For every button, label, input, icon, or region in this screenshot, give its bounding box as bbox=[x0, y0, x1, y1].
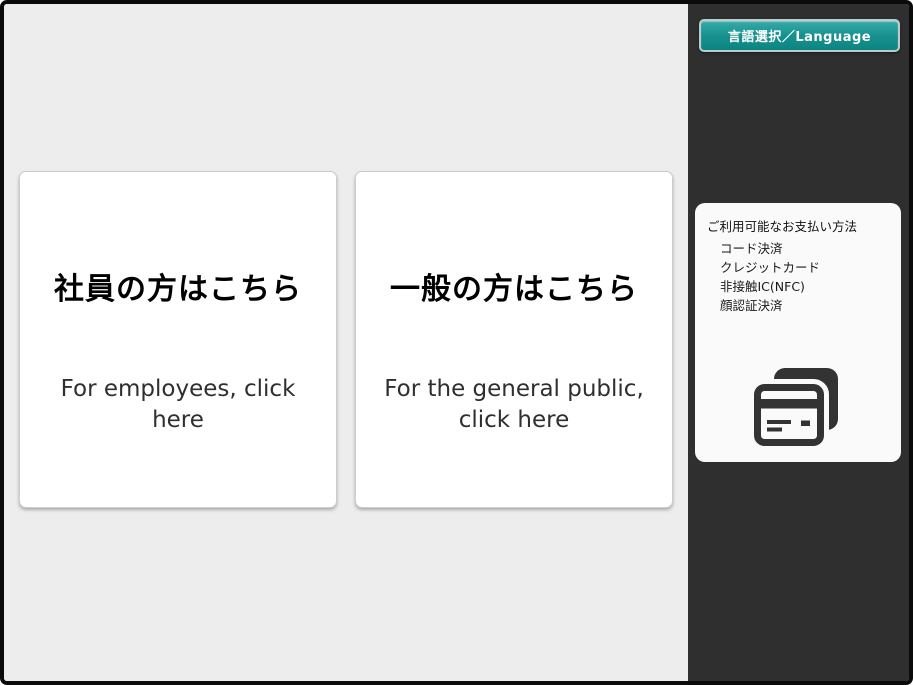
payment-method-nfc: 非接触IC(NFC) bbox=[720, 279, 805, 294]
sidebar: 言語選択／Language ご利用可能なお支払い方法 コード決済 クレジットカー… bbox=[688, 4, 909, 681]
employee-select-button[interactable]: 社員の方はこちら For employees, click here bbox=[19, 171, 337, 508]
general-title-ja: 一般の方はこちら bbox=[390, 272, 638, 307]
employee-title-ja: 社員の方はこちら bbox=[54, 272, 302, 307]
employee-subtitle-en: For employees, click here bbox=[60, 376, 296, 434]
payment-methods-header: ご利用可能なお支払い方法 bbox=[707, 219, 858, 234]
kiosk-screen: 社員の方はこちら For employees, click here 一般の方は… bbox=[0, 0, 913, 685]
language-select-button[interactable]: 言語選択／Language bbox=[699, 19, 900, 52]
payment-methods-list: コード決済 クレジットカード 非接触IC(NFC) 顔認証決済 bbox=[707, 239, 891, 315]
general-subtitle-en: For the general public, click here bbox=[384, 376, 644, 434]
credit-card-icon bbox=[695, 368, 901, 446]
payment-methods-panel: ご利用可能なお支払い方法 コード決済 クレジットカード 非接触IC(NFC) 顔… bbox=[695, 203, 901, 462]
payment-method-face-recognition: 顔認証決済 bbox=[720, 298, 783, 313]
payment-method-credit-card: クレジットカード bbox=[720, 260, 821, 275]
general-public-select-button[interactable]: 一般の方はこちら For the general public, click h… bbox=[355, 171, 673, 508]
payment-method-code: コード決済 bbox=[720, 241, 783, 256]
main-area: 社員の方はこちら For employees, click here 一般の方は… bbox=[4, 4, 688, 681]
